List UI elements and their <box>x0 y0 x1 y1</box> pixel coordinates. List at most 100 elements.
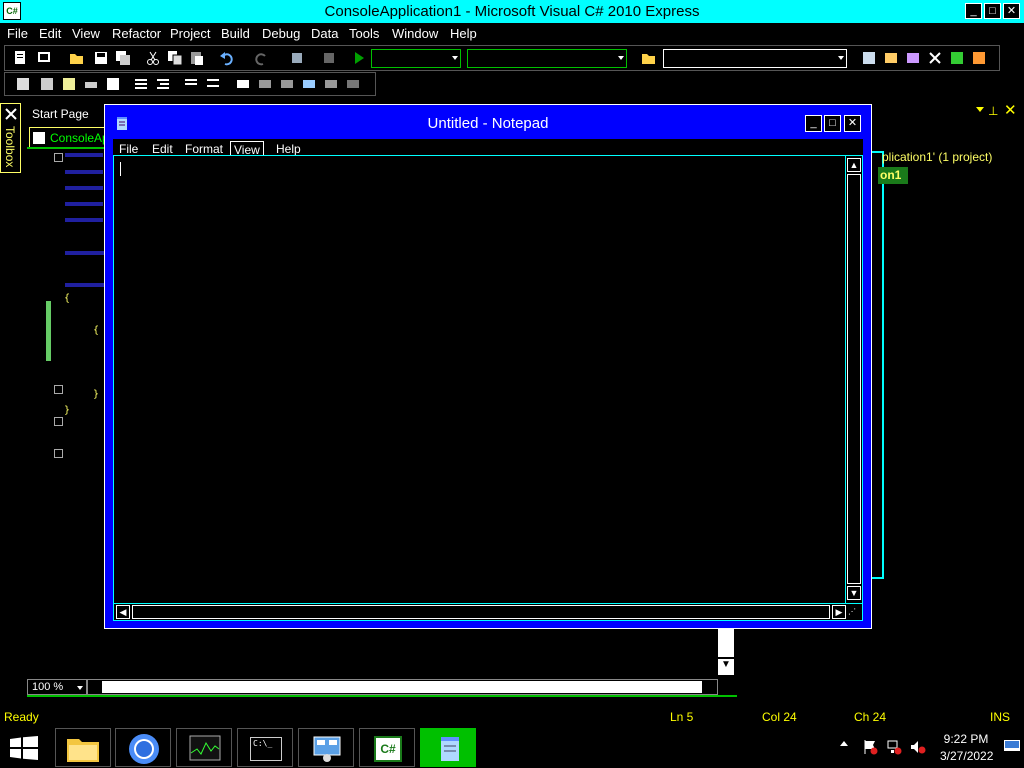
notifications-icon[interactable] <box>1003 739 1021 753</box>
editor-horizontal-scrollbar[interactable] <box>87 679 718 695</box>
menu-project[interactable]: Project <box>170 26 210 41</box>
outline-toggle[interactable] <box>54 385 63 394</box>
navigate-backward-icon[interactable] <box>289 50 305 66</box>
taskbar-file-explorer[interactable] <box>55 728 111 767</box>
scroll-down-button[interactable]: ▼ <box>847 586 861 600</box>
network-status-icon[interactable] <box>886 739 902 755</box>
scroll-right-button[interactable]: ▶ <box>832 605 846 619</box>
menu-build[interactable]: Build <box>221 26 250 41</box>
tab-start-page[interactable]: Start Page <box>27 103 107 123</box>
undo-icon[interactable] <box>219 50 235 66</box>
new-project-icon[interactable] <box>13 50 29 66</box>
window-position-icon[interactable] <box>976 107 984 112</box>
tab-console-app[interactable]: ConsoleAp <box>29 127 109 149</box>
code-brace: } <box>64 405 71 416</box>
action-center-flag-icon[interactable] <box>862 739 878 755</box>
previous-bookmark-icon[interactable] <box>257 76 273 92</box>
taskbar-command-prompt[interactable]: C:\_ <box>237 728 293 767</box>
toolbox-tab[interactable]: Toolbox <box>0 103 21 173</box>
paste-icon[interactable] <box>189 50 205 66</box>
vs-minimize-button[interactable]: _ <box>965 3 982 19</box>
display-object-members-icon[interactable] <box>15 76 31 92</box>
taskbar-visual-csharp[interactable]: C# <box>359 728 415 767</box>
taskbar-notepad[interactable] <box>420 728 476 767</box>
editor-scroll-down-button[interactable]: ▼ <box>718 659 734 675</box>
clock-date[interactable]: 3/27/2022 <box>940 749 993 763</box>
menu-window[interactable]: Window <box>392 26 438 41</box>
notepad-window: Untitled - Notepad _ □ ✕ File Edit Forma… <box>104 104 872 629</box>
menu-file[interactable]: File <box>7 26 28 41</box>
menu-tools[interactable]: Tools <box>349 26 379 41</box>
find-combo[interactable] <box>663 49 847 68</box>
show-hidden-icons-icon[interactable] <box>840 741 848 746</box>
notepad-maximize-button[interactable]: □ <box>824 115 841 132</box>
object-browser-icon[interactable] <box>905 50 921 66</box>
notepad-title-bar[interactable]: Untitled - Notepad _ □ ✕ <box>105 105 871 139</box>
word-completion-icon[interactable] <box>83 76 99 92</box>
toggle-bookmark-icon[interactable] <box>235 76 251 92</box>
notepad-vertical-scrollbar[interactable]: ▲ ▼ <box>845 156 862 603</box>
solution-node[interactable]: plication1' (1 project) <box>882 150 992 164</box>
zoom-dropdown[interactable]: 100 % <box>27 679 87 695</box>
project-node[interactable]: on1 <box>878 167 908 184</box>
taskbar-resource-monitor[interactable] <box>176 728 232 767</box>
previous-bookmark-folder-icon[interactable] <box>301 76 317 92</box>
outline-toggle[interactable] <box>54 153 63 162</box>
find-in-files-icon[interactable] <box>641 50 657 66</box>
add-item-icon[interactable] <box>37 50 53 66</box>
start-page-icon[interactable] <box>949 50 965 66</box>
properties-icon[interactable] <box>883 50 899 66</box>
scroll-thumb-track[interactable] <box>847 174 861 584</box>
open-file-icon[interactable] <box>69 50 85 66</box>
comment-lines-icon[interactable] <box>183 76 199 92</box>
next-bookmark-icon[interactable] <box>279 76 295 92</box>
code-brace: } <box>93 389 100 400</box>
notepad-text-area[interactable]: ▲ ▼ ◀ ▶ ⋰ <box>113 155 863 621</box>
menu-help[interactable]: Help <box>450 26 477 41</box>
increase-indent-icon[interactable] <box>155 76 171 92</box>
uncomment-lines-icon[interactable] <box>205 76 221 92</box>
menu-edit[interactable]: Edit <box>39 26 61 41</box>
taskbar-network[interactable] <box>298 728 354 767</box>
extension-manager-icon[interactable] <box>971 50 987 66</box>
save-all-icon[interactable] <box>115 50 131 66</box>
outline-toggle[interactable] <box>54 449 63 458</box>
scroll-up-button[interactable]: ▲ <box>847 158 861 172</box>
copy-icon[interactable] <box>167 50 183 66</box>
cut-icon[interactable] <box>145 50 161 66</box>
toolbox-tools-icon[interactable] <box>927 50 943 66</box>
navigate-forward-icon[interactable] <box>321 50 337 66</box>
start-debugging-icon[interactable] <box>351 50 367 66</box>
vs-close-button[interactable]: ✕ <box>1003 3 1020 19</box>
status-ready: Ready <box>4 710 39 724</box>
quick-info-icon[interactable] <box>61 76 77 92</box>
notepad-minimize-button[interactable]: _ <box>805 115 822 132</box>
solution-explorer-icon[interactable] <box>861 50 877 66</box>
bookmark-icon[interactable] <box>105 76 121 92</box>
scroll-left-button[interactable]: ◀ <box>116 605 130 619</box>
clock-time[interactable]: 9:22 PM <box>940 732 992 746</box>
solution-configuration-dropdown[interactable] <box>371 49 461 68</box>
menu-view[interactable]: View <box>72 26 100 41</box>
pin-icon[interactable]: ⊥ <box>988 104 998 118</box>
menu-refactor[interactable]: Refactor <box>112 26 161 41</box>
next-bookmark-folder-icon[interactable] <box>323 76 339 92</box>
windows-start-icon[interactable] <box>10 736 38 760</box>
taskbar-chrome[interactable] <box>115 728 171 767</box>
vs-maximize-button[interactable]: □ <box>984 3 1001 19</box>
clear-bookmarks-icon[interactable] <box>345 76 361 92</box>
menu-debug[interactable]: Debug <box>262 26 300 41</box>
pane-close-icon[interactable]: ✕ <box>1004 101 1017 119</box>
solution-platform-dropdown[interactable] <box>467 49 627 68</box>
notepad-close-button[interactable]: ✕ <box>844 115 861 132</box>
redo-icon[interactable] <box>253 50 269 66</box>
menu-data[interactable]: Data <box>311 26 338 41</box>
size-grip[interactable]: ⋰ <box>848 607 860 619</box>
volume-muted-icon[interactable] <box>910 739 926 755</box>
notepad-horizontal-scrollbar[interactable]: ◀ ▶ ⋰ <box>114 603 862 620</box>
h-scroll-track[interactable] <box>132 605 830 619</box>
parameter-info-icon[interactable] <box>39 76 55 92</box>
decrease-indent-icon[interactable] <box>133 76 149 92</box>
save-icon[interactable] <box>93 50 109 66</box>
outline-toggle[interactable] <box>54 417 63 426</box>
